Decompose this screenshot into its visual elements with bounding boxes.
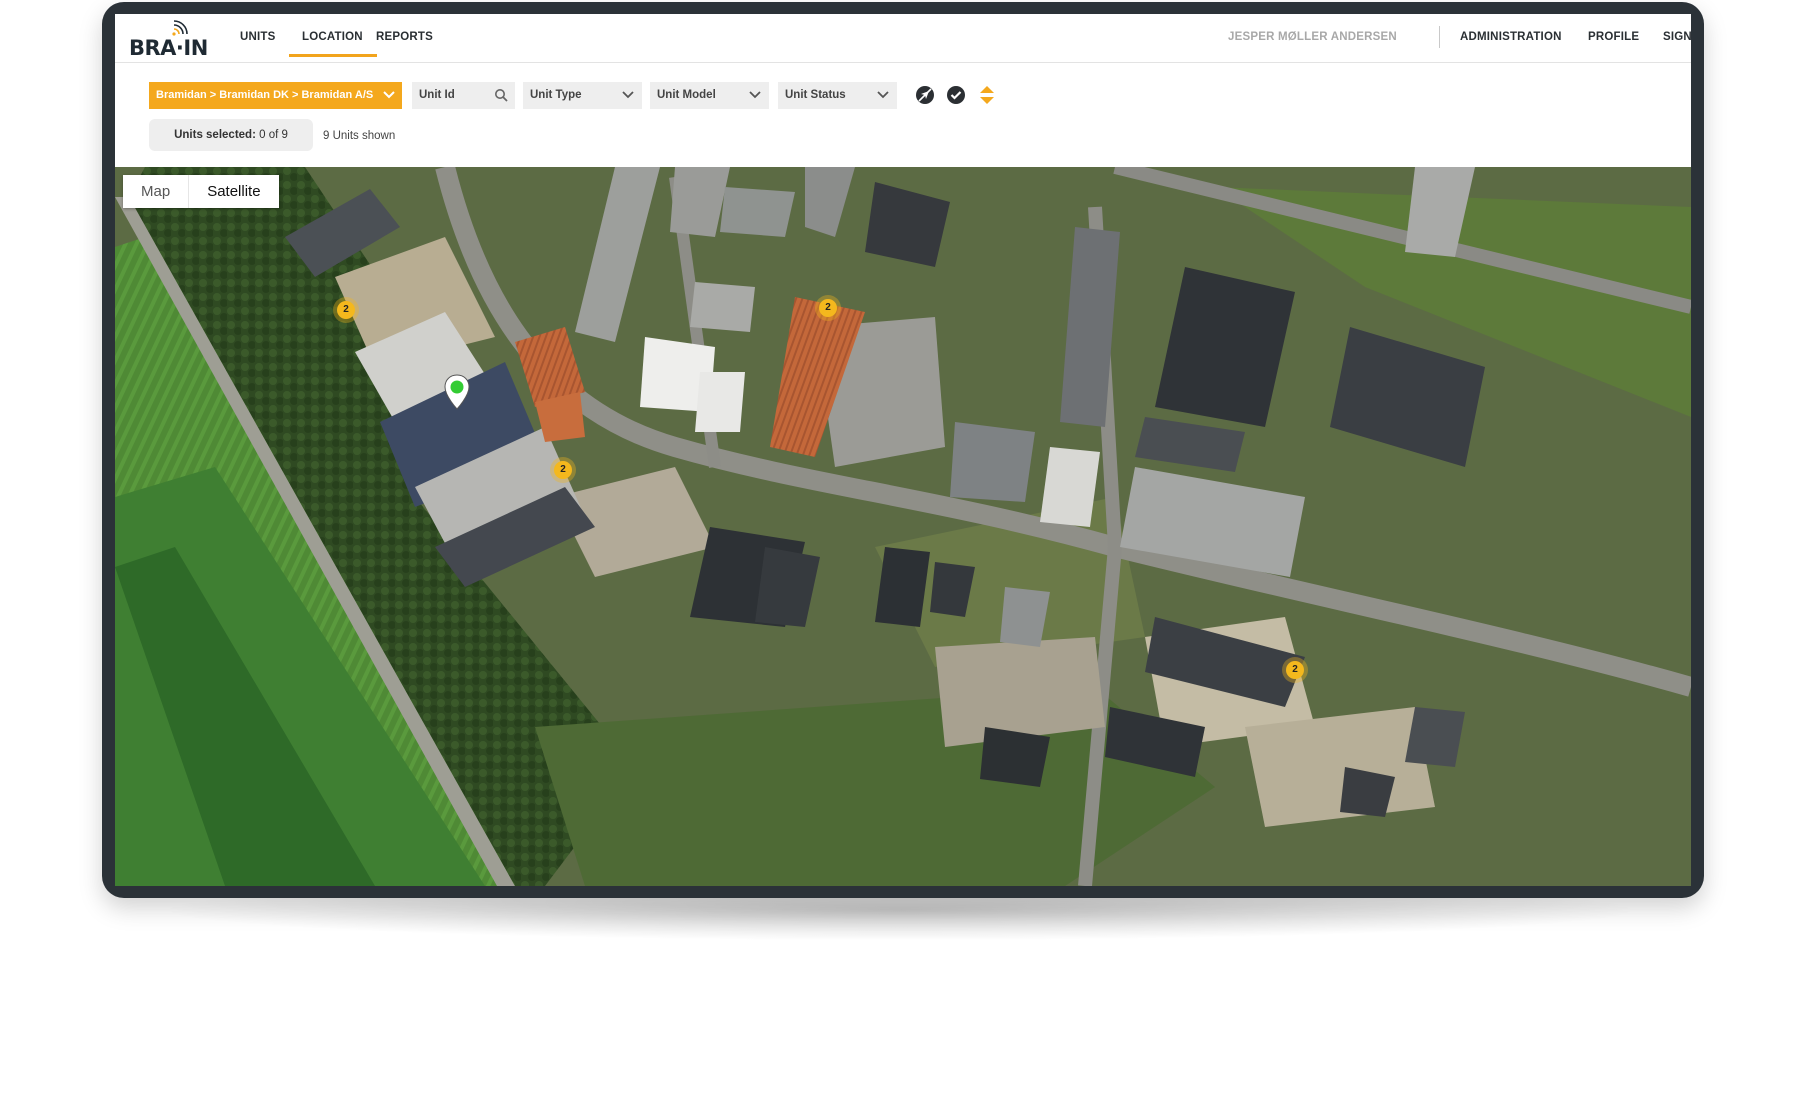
chevron-down-icon	[383, 91, 395, 99]
cluster-count: 2	[337, 301, 355, 319]
map-cluster-marker[interactable]: 2	[550, 457, 576, 483]
unit-status-label: Unit Status	[785, 89, 846, 101]
chevron-down-icon	[877, 91, 889, 99]
map-cluster-marker[interactable]: 2	[815, 295, 841, 321]
satellite-imagery	[115, 167, 1691, 886]
map-pin-icon[interactable]	[443, 373, 471, 411]
nav-divider	[1439, 26, 1440, 48]
map-type-control: Map Satellite	[123, 175, 279, 208]
satellite-map[interactable]: Map Satellite 2 2 2 2	[115, 167, 1691, 886]
chevron-down-icon	[622, 91, 634, 99]
cluster-count: 2	[1286, 661, 1304, 679]
units-selected-value: 0 of 9	[259, 129, 288, 141]
cluster-count: 2	[819, 299, 837, 317]
unit-type-label: Unit Type	[530, 89, 582, 101]
units-selected-label: Units selected:	[174, 129, 256, 141]
map-type-map-button[interactable]: Map	[123, 175, 190, 208]
user-name: JESPER MØLLER ANDERSEN	[1228, 31, 1397, 43]
unit-model-label: Unit Model	[657, 89, 716, 101]
nav-units[interactable]: UNITS	[240, 31, 276, 43]
map-type-satellite-button[interactable]: Satellite	[189, 175, 279, 208]
unit-id-input[interactable]: Unit Id	[412, 82, 515, 109]
units-selected-badge: Units selected: 0 of 9	[149, 119, 313, 151]
unit-type-select[interactable]: Unit Type	[523, 82, 642, 109]
search-icon	[495, 89, 508, 102]
map-cluster-marker[interactable]: 2	[333, 297, 359, 323]
chevron-down-icon	[749, 91, 761, 99]
unit-status-select[interactable]: Unit Status	[778, 82, 897, 109]
units-shown-count: 9 Units shown	[323, 130, 396, 142]
top-navigation: BRA·IN UNITS LOCATION REPORTS JESPER MØL…	[115, 14, 1691, 63]
nav-reports[interactable]: REPORTS	[376, 31, 433, 43]
no-location-icon[interactable]	[914, 84, 936, 106]
app-screen: BRA·IN UNITS LOCATION REPORTS JESPER MØL…	[115, 14, 1691, 886]
breadcrumb-label: Bramidan > Bramidan DK > Bramidan A/S	[156, 89, 374, 101]
nav-administration[interactable]: ADMINISTRATION	[1460, 31, 1562, 43]
cluster-count: 2	[554, 461, 572, 479]
unit-model-select[interactable]: Unit Model	[650, 82, 769, 109]
map-cluster-marker[interactable]: 2	[1282, 657, 1308, 683]
nav-location[interactable]: LOCATION	[302, 31, 363, 43]
check-circle-icon[interactable]	[945, 84, 967, 106]
filter-bar: Bramidan > Bramidan DK > Bramidan A/S Un…	[115, 63, 1691, 166]
unit-id-placeholder: Unit Id	[419, 89, 455, 101]
nav-profile[interactable]: PROFILE	[1588, 31, 1639, 43]
sort-icon[interactable]	[976, 84, 998, 106]
logo-text: BRA·IN	[129, 36, 208, 60]
nav-sign-out[interactable]: SIGN	[1663, 31, 1691, 43]
active-tab-indicator	[289, 54, 377, 57]
brain-logo[interactable]: BRA·IN	[129, 20, 208, 60]
organization-breadcrumb-select[interactable]: Bramidan > Bramidan DK > Bramidan A/S	[149, 82, 402, 109]
